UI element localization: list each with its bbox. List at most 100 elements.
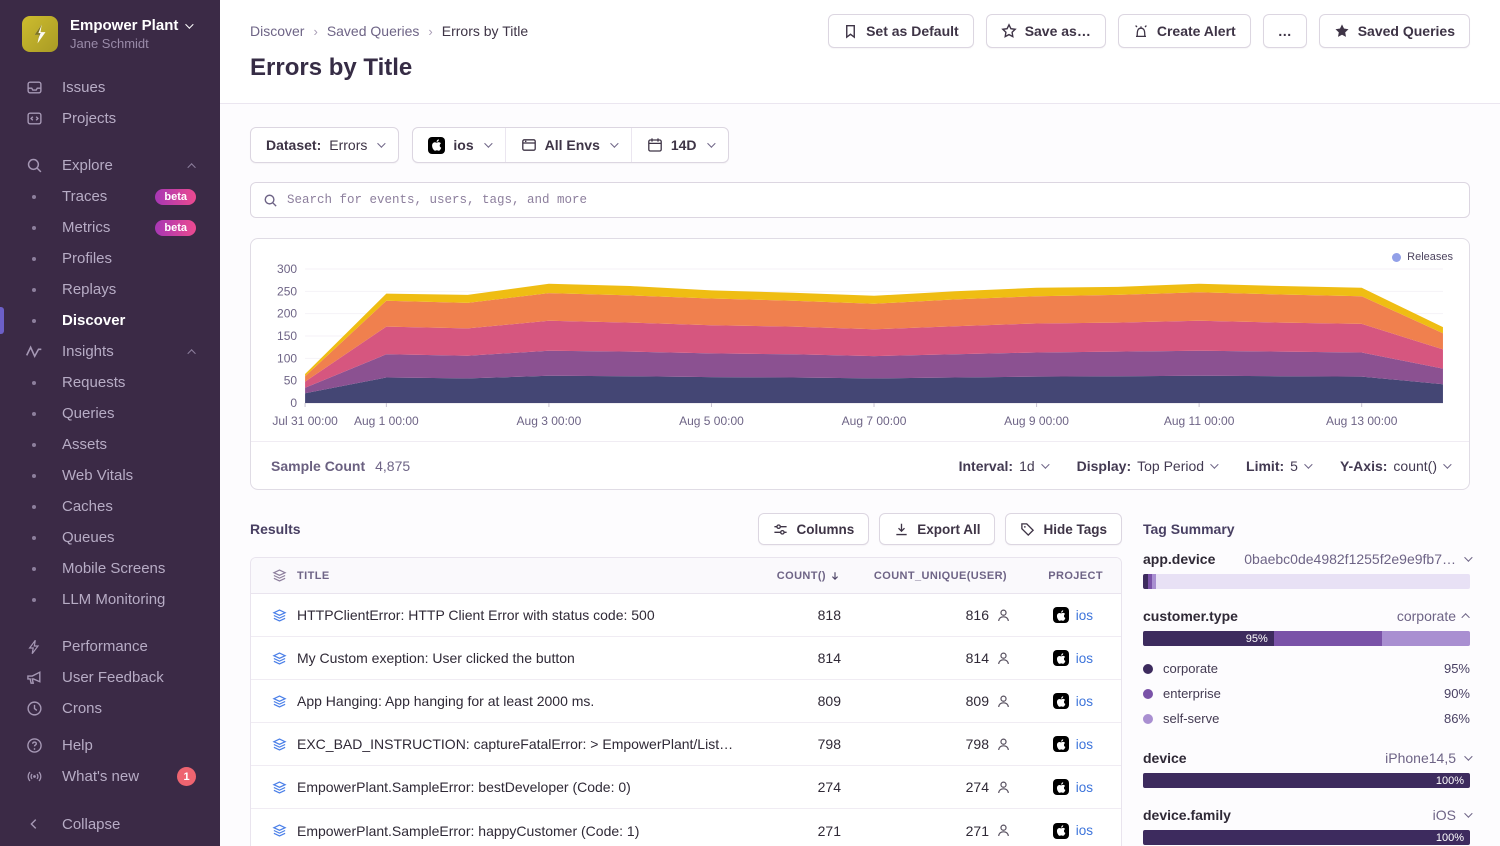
sidebar-collapse-button[interactable]: Collapse: [0, 802, 220, 846]
project-link[interactable]: ios: [1076, 651, 1093, 666]
stack-icon[interactable]: [261, 608, 297, 623]
sidebar-item-performance[interactable]: Performance: [0, 631, 220, 662]
tag-legend: corporate95%enterprise90%self-serve86%: [1143, 656, 1470, 731]
columns-button[interactable]: Columns: [758, 513, 869, 545]
tag-header[interactable]: customer.typecorporate: [1143, 608, 1470, 624]
chevron-down-icon: [484, 139, 492, 147]
interval-control[interactable]: Interval:1d: [959, 458, 1047, 474]
sidebar-item-queries[interactable]: Queries: [0, 398, 220, 429]
alert-icon: [1133, 23, 1149, 39]
calendar-icon: [647, 137, 663, 153]
stack-icon[interactable]: [261, 694, 297, 709]
sidebar-item-requests[interactable]: Requests: [0, 367, 220, 398]
row-title[interactable]: EmpowerPlant.SampleError: bestDeveloper …: [297, 779, 753, 795]
tag-header[interactable]: deviceiPhone14,5: [1143, 750, 1470, 766]
sidebar-item-insights[interactable]: Insights: [0, 336, 220, 367]
row-title[interactable]: App Hanging: App hanging for at least 20…: [297, 693, 753, 709]
tag-legend-row: enterprise90%: [1143, 681, 1470, 706]
tag-header[interactable]: app.device0baebc0de4982f1255f2e9e9fb7…: [1143, 551, 1470, 567]
bullet-icon: [25, 498, 43, 516]
set-as-default-button[interactable]: Set as Default: [828, 14, 974, 48]
breadcrumb-discover[interactable]: Discover: [250, 23, 304, 39]
project-link[interactable]: ios: [1076, 737, 1093, 752]
sidebar-item-explore[interactable]: Explore: [0, 150, 220, 181]
stack-icon[interactable]: [261, 737, 297, 752]
stack-icon[interactable]: [261, 651, 297, 666]
legend-label: self-serve: [1163, 711, 1219, 726]
row-title[interactable]: My Custom exeption: User clicked the but…: [297, 650, 753, 666]
column-header-count[interactable]: COUNT(): [753, 570, 845, 582]
project-link[interactable]: ios: [1076, 780, 1093, 795]
sidebar-item-web-vitals[interactable]: Web Vitals: [0, 460, 220, 491]
apple-icon: [1053, 650, 1069, 666]
stack-icon[interactable]: [261, 780, 297, 795]
sidebar-item-metrics[interactable]: Metricsbeta: [0, 212, 220, 243]
sidebar-item-queues[interactable]: Queues: [0, 522, 220, 553]
sidebar-item-assets[interactable]: Assets: [0, 429, 220, 460]
project-link[interactable]: ios: [1076, 694, 1093, 709]
sidebar-item-projects[interactable]: Projects: [0, 103, 220, 134]
limit-control[interactable]: Limit:5: [1246, 458, 1310, 474]
tag-distribution-bar: 100%: [1143, 830, 1470, 845]
row-title[interactable]: EmpowerPlant.SampleError: happyCustomer …: [297, 823, 753, 839]
legend-dot-icon: [1143, 689, 1153, 699]
project-link[interactable]: ios: [1076, 823, 1093, 838]
chart-panel: Releases 050100150200250300Jul 31 00:00A…: [250, 238, 1470, 490]
search-icon: [25, 157, 43, 175]
y-axis-control[interactable]: Y-Axis:count(): [1340, 458, 1449, 474]
table-row: EmpowerPlant.SampleError: bestDeveloper …: [251, 766, 1121, 809]
sidebar-item-replays[interactable]: Replays: [0, 274, 220, 305]
search-input[interactable]: [287, 193, 1457, 207]
person-icon: [996, 737, 1011, 752]
export-all-button[interactable]: Export All: [879, 513, 995, 545]
org-switcher[interactable]: Empower Plant Jane Schmidt: [0, 0, 220, 66]
tag-legend-row: corporate95%: [1143, 656, 1470, 681]
svg-text:Aug 5 00:00: Aug 5 00:00: [679, 414, 744, 428]
environment-filter[interactable]: All Envs: [505, 128, 631, 162]
dataset-filter[interactable]: Dataset: Errors: [250, 127, 399, 163]
sidebar-item-crons[interactable]: Crons: [0, 693, 220, 724]
releases-legend-toggle[interactable]: Releases: [1392, 251, 1453, 263]
project-link[interactable]: ios: [1076, 608, 1093, 623]
hide-tags-button[interactable]: Hide Tags: [1005, 513, 1122, 545]
save-as-button[interactable]: Save as…: [986, 14, 1106, 48]
tag-header[interactable]: device.familyiOS: [1143, 807, 1470, 823]
column-header-project[interactable]: PROJECT: [1013, 570, 1121, 582]
sidebar-item-what-s-new[interactable]: What's new1: [0, 761, 220, 792]
sidebar-item-help[interactable]: Help: [0, 730, 220, 761]
saved-queries-button[interactable]: Saved Queries: [1319, 14, 1470, 48]
column-header-count-unique[interactable]: COUNT_UNIQUE(USER): [845, 570, 1013, 582]
project-filter[interactable]: ios: [413, 128, 504, 162]
stack-icon[interactable]: [261, 568, 297, 583]
chevron-up-icon: [187, 349, 195, 357]
sidebar-item-issues[interactable]: Issues: [0, 72, 220, 103]
column-header-title[interactable]: TITLE: [297, 570, 753, 582]
chevron-up-icon: [187, 163, 195, 171]
legend-dot-icon: [1143, 714, 1153, 724]
breadcrumb-saved-queries[interactable]: Saved Queries: [327, 23, 420, 39]
row-title[interactable]: HTTPClientError: HTTP Client Error with …: [297, 607, 753, 623]
sidebar-item-label: Profiles: [62, 250, 112, 267]
button-label: …: [1278, 23, 1292, 39]
filter-bar: Dataset: Errors ios All Envs: [250, 127, 1470, 163]
dataset-label: Dataset:: [266, 137, 321, 153]
sidebar-item-profiles[interactable]: Profiles: [0, 243, 220, 274]
results-actions: Columns Export All Hide Tags: [758, 513, 1122, 545]
sidebar-item-mobile-screens[interactable]: Mobile Screens: [0, 553, 220, 584]
tag-value: iOS: [1433, 807, 1456, 823]
timerange-filter[interactable]: 14D: [631, 128, 728, 162]
page-filters: ios All Envs 14D: [412, 127, 728, 163]
sidebar-item-caches[interactable]: Caches: [0, 491, 220, 522]
row-count-unique: 274: [845, 779, 1013, 795]
sidebar-item-llm-monitoring[interactable]: LLM Monitoring: [0, 584, 220, 615]
download-icon: [894, 522, 909, 537]
sidebar-item-traces[interactable]: Tracesbeta: [0, 181, 220, 212]
display-control[interactable]: Display:Top Period: [1077, 458, 1216, 474]
create-alert-button[interactable]: Create Alert: [1118, 14, 1251, 48]
sidebar-item-label: Traces: [62, 188, 107, 205]
row-title[interactable]: EXC_BAD_INSTRUCTION: captureFatalError: …: [297, 736, 753, 752]
stack-icon[interactable]: [261, 823, 297, 838]
sidebar-item-discover[interactable]: Discover: [0, 305, 220, 336]
sidebar-item-user-feedback[interactable]: User Feedback: [0, 662, 220, 693]
more-options-button[interactable]: …: [1263, 14, 1307, 48]
